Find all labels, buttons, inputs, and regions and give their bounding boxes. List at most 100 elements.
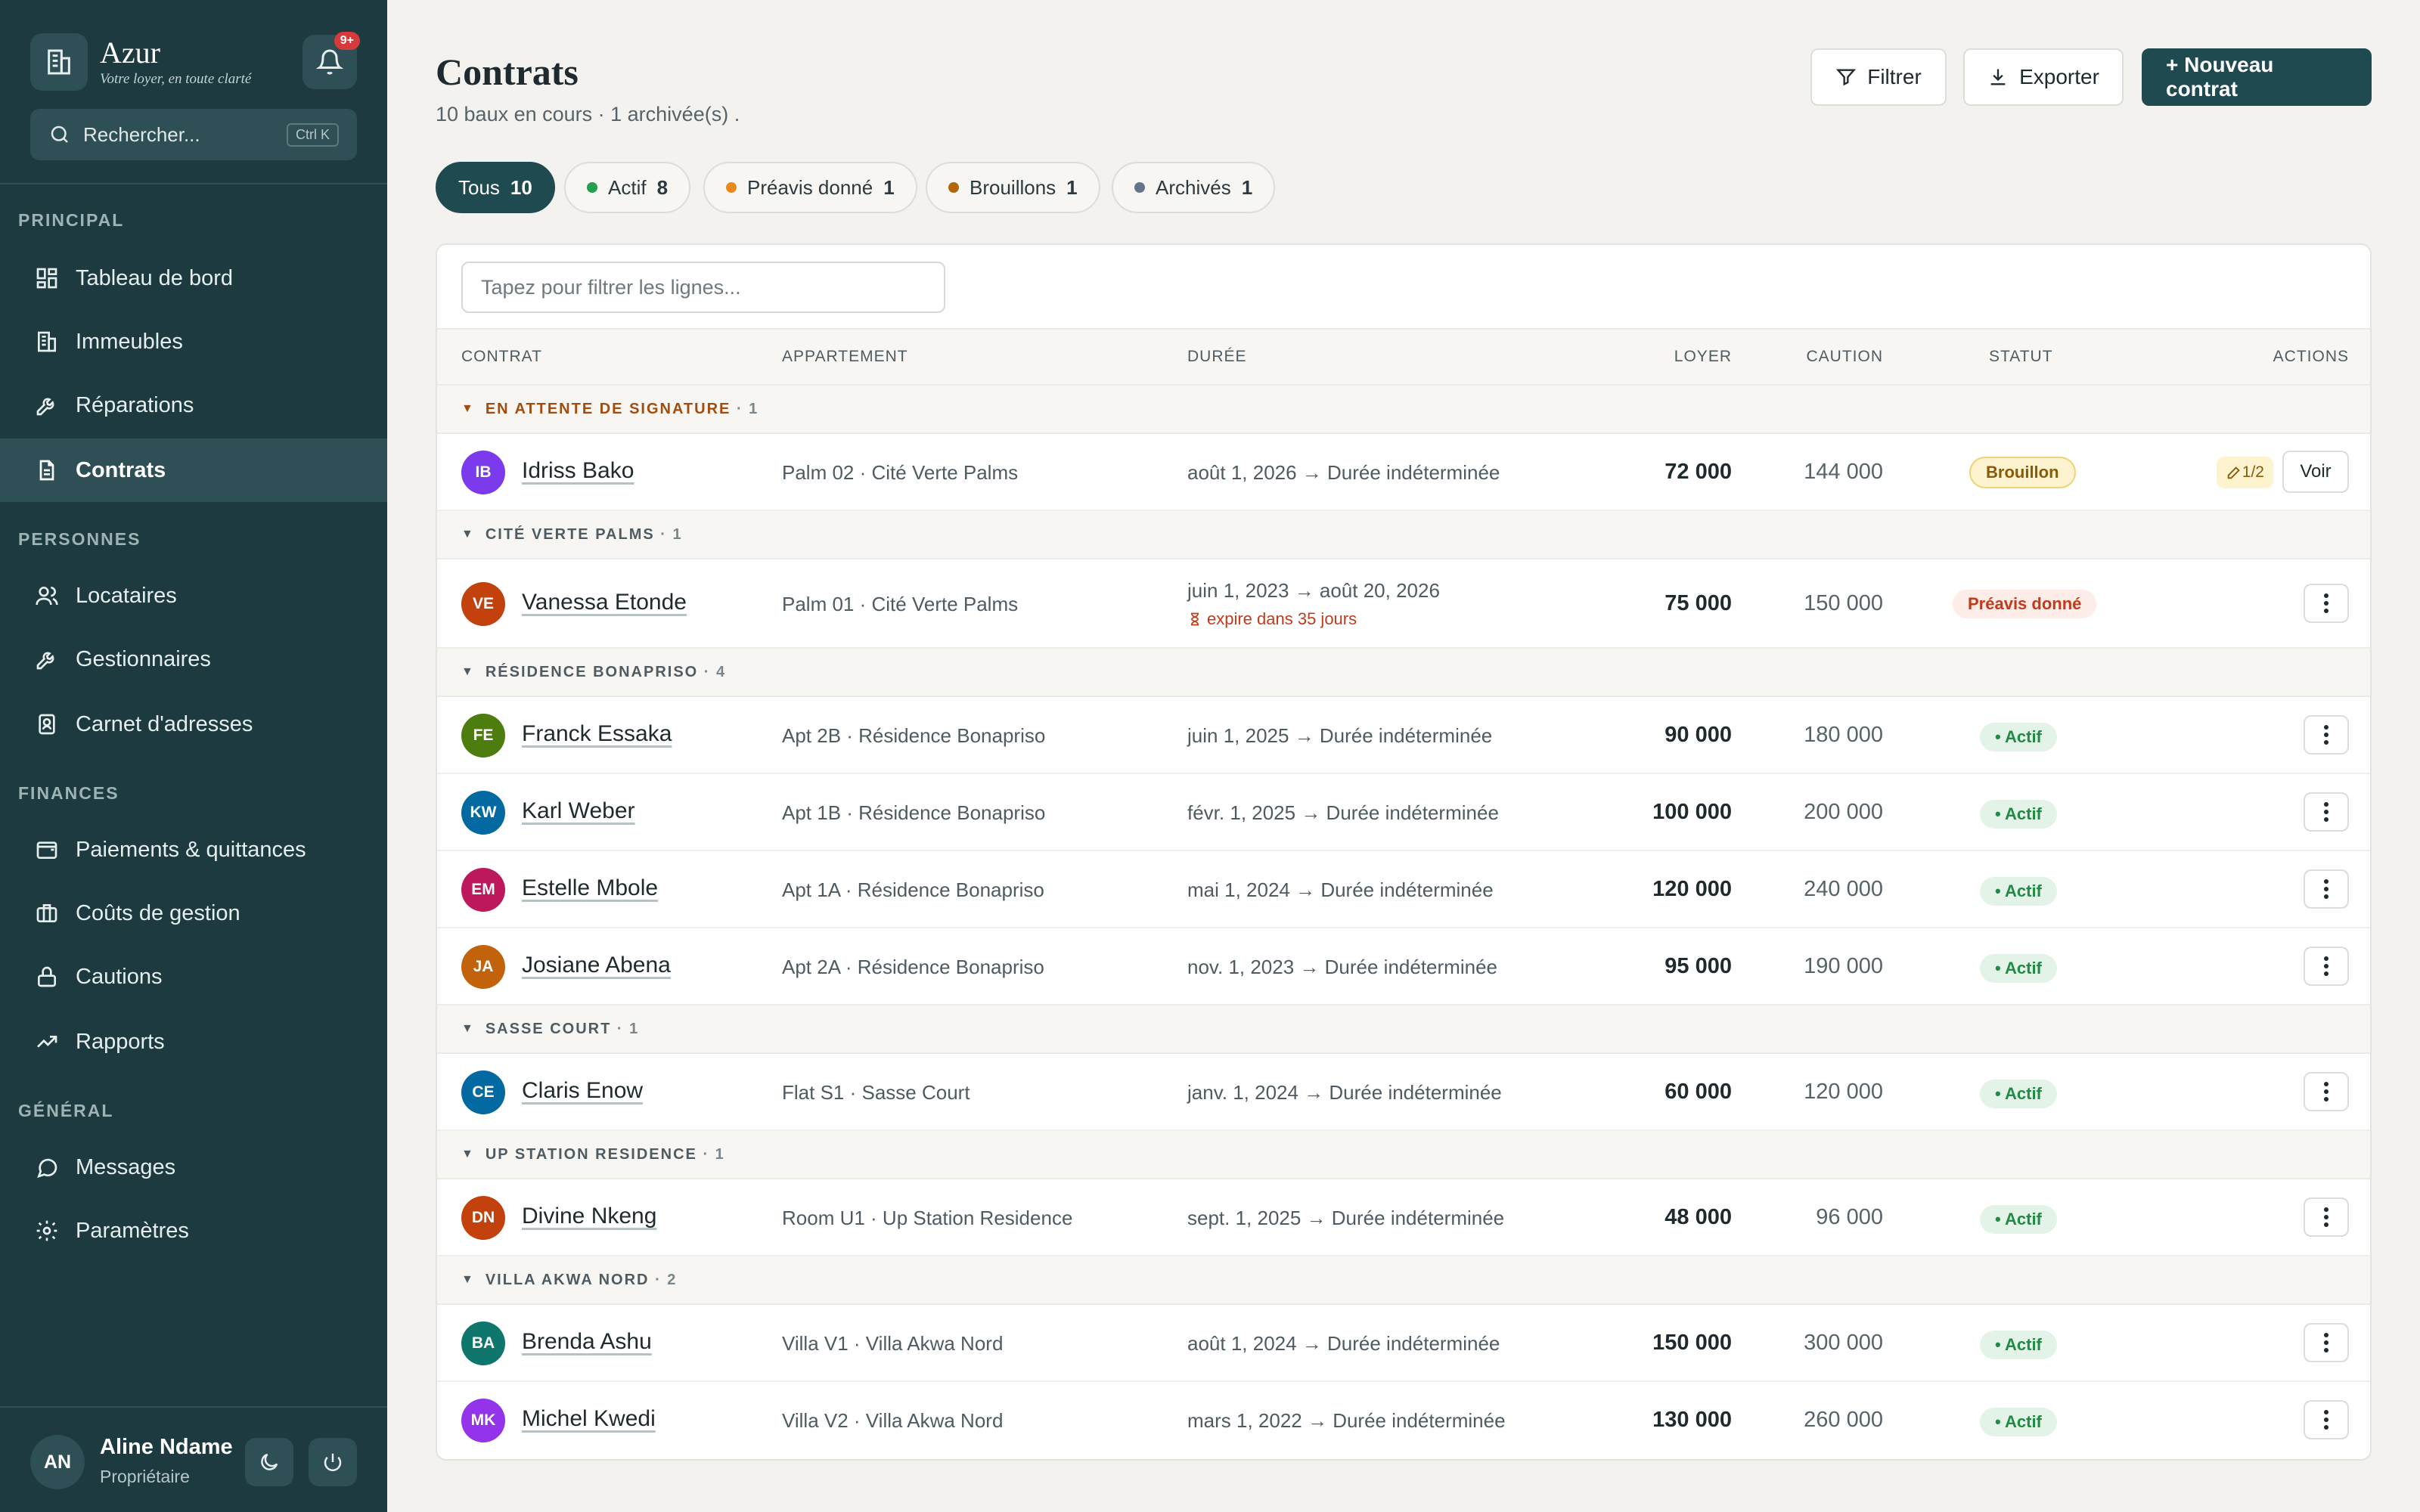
deposit-cell: 96 000 <box>1816 1205 1883 1229</box>
table-row[interactable]: IB Idriss Bako Palm 02 · Cité Verte Palm… <box>437 434 2370 511</box>
chip-active[interactable]: Actif 8 <box>564 162 691 213</box>
sidebar-item-buildings[interactable]: Immeubles <box>0 310 387 373</box>
table-row[interactable]: VE Vanessa Etonde Palm 01 · Cité Verte P… <box>437 559 2370 649</box>
sidebar-item-label: Gestionnaires <box>76 646 211 671</box>
expiry-warning: expire dans 35 jours <box>1187 609 1357 629</box>
caret-down-icon: ▼ <box>461 665 475 678</box>
row-menu-button[interactable] <box>2304 584 2349 623</box>
column-header-contract[interactable]: CONTRAT <box>461 348 542 366</box>
view-button[interactable]: Voir <box>2282 451 2349 493</box>
group-header-villa-akwa-nord[interactable]: ▼ VILLA AKWA NORD · 2 <box>437 1256 2370 1305</box>
sidebar-item-managers[interactable]: Gestionnaires <box>0 627 387 691</box>
table-row[interactable]: CE Claris Enow Flat S1 · Sasse Court jan… <box>437 1054 2370 1131</box>
tenant-link[interactable]: Josiane Abena <box>522 953 671 978</box>
tenant-link[interactable]: Idriss Bako <box>522 458 634 484</box>
row-menu-button[interactable] <box>2304 1072 2349 1111</box>
notifications-button[interactable]: 9+ <box>302 32 360 89</box>
sidebar-item-contracts[interactable]: Contrats <box>0 438 387 502</box>
users-icon <box>33 582 60 609</box>
group-count: · 1 <box>736 400 759 417</box>
row-menu-button[interactable] <box>2304 1323 2349 1362</box>
table-row[interactable]: DN Divine Nkeng Room U1 · Up Station Res… <box>437 1179 2370 1256</box>
new-contract-button[interactable]: + Nouveau contrat <box>2142 48 2372 106</box>
rent-cell: 90 000 <box>1665 723 1732 747</box>
status-badge: • Actif <box>1980 1080 2057 1108</box>
sidebar-item-label: Tableau de bord <box>76 265 233 290</box>
table-row[interactable]: FE Franck Essaka Apt 2B · Résidence Bona… <box>437 697 2370 774</box>
column-header-status[interactable]: STATUT <box>1989 348 2053 366</box>
export-button[interactable]: Exporter <box>1963 48 2124 106</box>
gear-icon <box>33 1217 60 1244</box>
tenant-link[interactable]: Vanessa Etonde <box>522 590 687 615</box>
sidebar-item-messages[interactable]: Messages <box>0 1136 387 1199</box>
main-content: Contrats 10 baux en cours · 1 archivée(s… <box>387 0 2420 1512</box>
group-header-sasse-court[interactable]: ▼ SASSE COURT · 1 <box>437 1005 2370 1054</box>
tenant-link[interactable]: Karl Weber <box>522 798 635 824</box>
row-menu-button[interactable] <box>2304 1400 2349 1439</box>
sidebar-item-deposits[interactable]: Cautions <box>0 945 387 1009</box>
table-row[interactable]: EM Estelle Mbole Apt 1A · Résidence Bona… <box>437 851 2370 928</box>
avatar: KW <box>461 791 505 835</box>
sidebar-item-management-costs[interactable]: Coûts de gestion <box>0 881 387 945</box>
row-menu-button[interactable] <box>2304 715 2349 754</box>
table-row[interactable]: BA Brenda Ashu Villa V1 · Villa Akwa Nor… <box>437 1305 2370 1382</box>
row-filter-input[interactable]: Tapez pour filtrer les lignes... <box>461 262 945 313</box>
search-input[interactable]: Rechercher... Ctrl K <box>30 109 357 160</box>
chip-archived[interactable]: Archivés 1 <box>1112 162 1276 213</box>
row-menu-button[interactable] <box>2304 869 2349 909</box>
sidebar-item-reports[interactable]: Rapports <box>0 1010 387 1074</box>
brand[interactable]: Azur Votre loyer, en toute clarté <box>30 33 251 91</box>
more-vertical-icon <box>2324 1410 2328 1430</box>
filter-button[interactable]: Filtrer <box>1810 48 1947 106</box>
chip-label: Tous <box>458 175 500 199</box>
tenant-link[interactable]: Divine Nkeng <box>522 1204 656 1229</box>
sidebar-item-repairs[interactable]: Réparations <box>0 373 387 437</box>
avatar: JA <box>461 945 505 989</box>
avatar: IB <box>461 451 505 494</box>
tenant-link[interactable]: Franck Essaka <box>522 721 672 747</box>
row-menu-button[interactable] <box>2304 792 2349 832</box>
column-header-deposit[interactable]: CAUTION <box>1807 348 1884 366</box>
deposit-cell: 180 000 <box>1804 723 1883 747</box>
chip-drafts[interactable]: Brouillons 1 <box>926 162 1100 213</box>
column-header-apartment[interactable]: APPARTEMENT <box>782 348 908 366</box>
apartment-cell: Palm 01 · Cité Verte Palms <box>782 593 1019 615</box>
expiry-warning-text: expire dans 35 jours <box>1207 609 1357 628</box>
sidebar-item-address-book[interactable]: Carnet d'adresses <box>0 692 387 756</box>
chip-all[interactable]: Tous 10 <box>436 162 555 213</box>
sidebar-item-dashboard[interactable]: Tableau de bord <box>0 246 387 310</box>
dark-mode-toggle[interactable] <box>245 1438 293 1486</box>
chip-notice-given[interactable]: Préavis donné 1 <box>703 162 917 213</box>
group-header-pending[interactable]: ▼ EN ATTENTE DE SIGNATURE · 1 <box>437 386 2370 434</box>
rent-cell: 100 000 <box>1652 800 1732 824</box>
logout-button[interactable] <box>309 1438 357 1486</box>
chip-count: 1 <box>1066 175 1078 199</box>
tenant-link[interactable]: Estelle Mbole <box>522 875 658 901</box>
row-menu-button[interactable] <box>2304 1198 2349 1237</box>
group-header-cite-verte-palms[interactable]: ▼ CITÉ VERTE PALMS · 1 <box>437 511 2370 559</box>
tenant-link[interactable]: Michel Kwedi <box>522 1406 656 1432</box>
row-menu-button[interactable] <box>2304 947 2349 986</box>
table-row[interactable]: KW Karl Weber Apt 1B · Résidence Bonapri… <box>437 774 2370 851</box>
rent-cell: 120 000 <box>1652 877 1732 901</box>
status-dot <box>587 182 597 193</box>
contracts-table: Tapez pour filtrer les lignes... CONTRAT… <box>436 243 2372 1461</box>
sidebar-item-settings[interactable]: Paramètres <box>0 1199 387 1263</box>
group-header-residence-bonapriso[interactable]: ▼ RÉSIDENCE BONAPRISO · 4 <box>437 649 2370 697</box>
sidebar-item-tenants[interactable]: Locataires <box>0 564 387 627</box>
column-header-duration[interactable]: DURÉE <box>1187 348 1247 366</box>
table-row[interactable]: MK Michel Kwedi Villa V2 · Villa Akwa No… <box>437 1382 2370 1459</box>
avatar[interactable]: AN <box>30 1435 85 1489</box>
group-header-up-station-residence[interactable]: ▼ UP STATION RESIDENCE · 1 <box>437 1131 2370 1179</box>
group-count: · 1 <box>660 525 683 543</box>
sidebar-divider <box>0 183 387 184</box>
table-row[interactable]: JA Josiane Abena Apt 2A · Résidence Bona… <box>437 928 2370 1005</box>
sidebar-item-payments[interactable]: Paiements & quittances <box>0 818 387 881</box>
tenant-link[interactable]: Brenda Ashu <box>522 1329 652 1355</box>
deposit-cell: 120 000 <box>1804 1080 1883 1104</box>
brand-tagline: Votre loyer, en toute clarté <box>100 71 252 87</box>
nav-section-principal: PRINCIPAL <box>18 210 125 230</box>
column-header-rent[interactable]: LOYER <box>1674 348 1732 366</box>
rent-cell: 130 000 <box>1652 1408 1732 1432</box>
tenant-link[interactable]: Claris Enow <box>522 1078 643 1104</box>
